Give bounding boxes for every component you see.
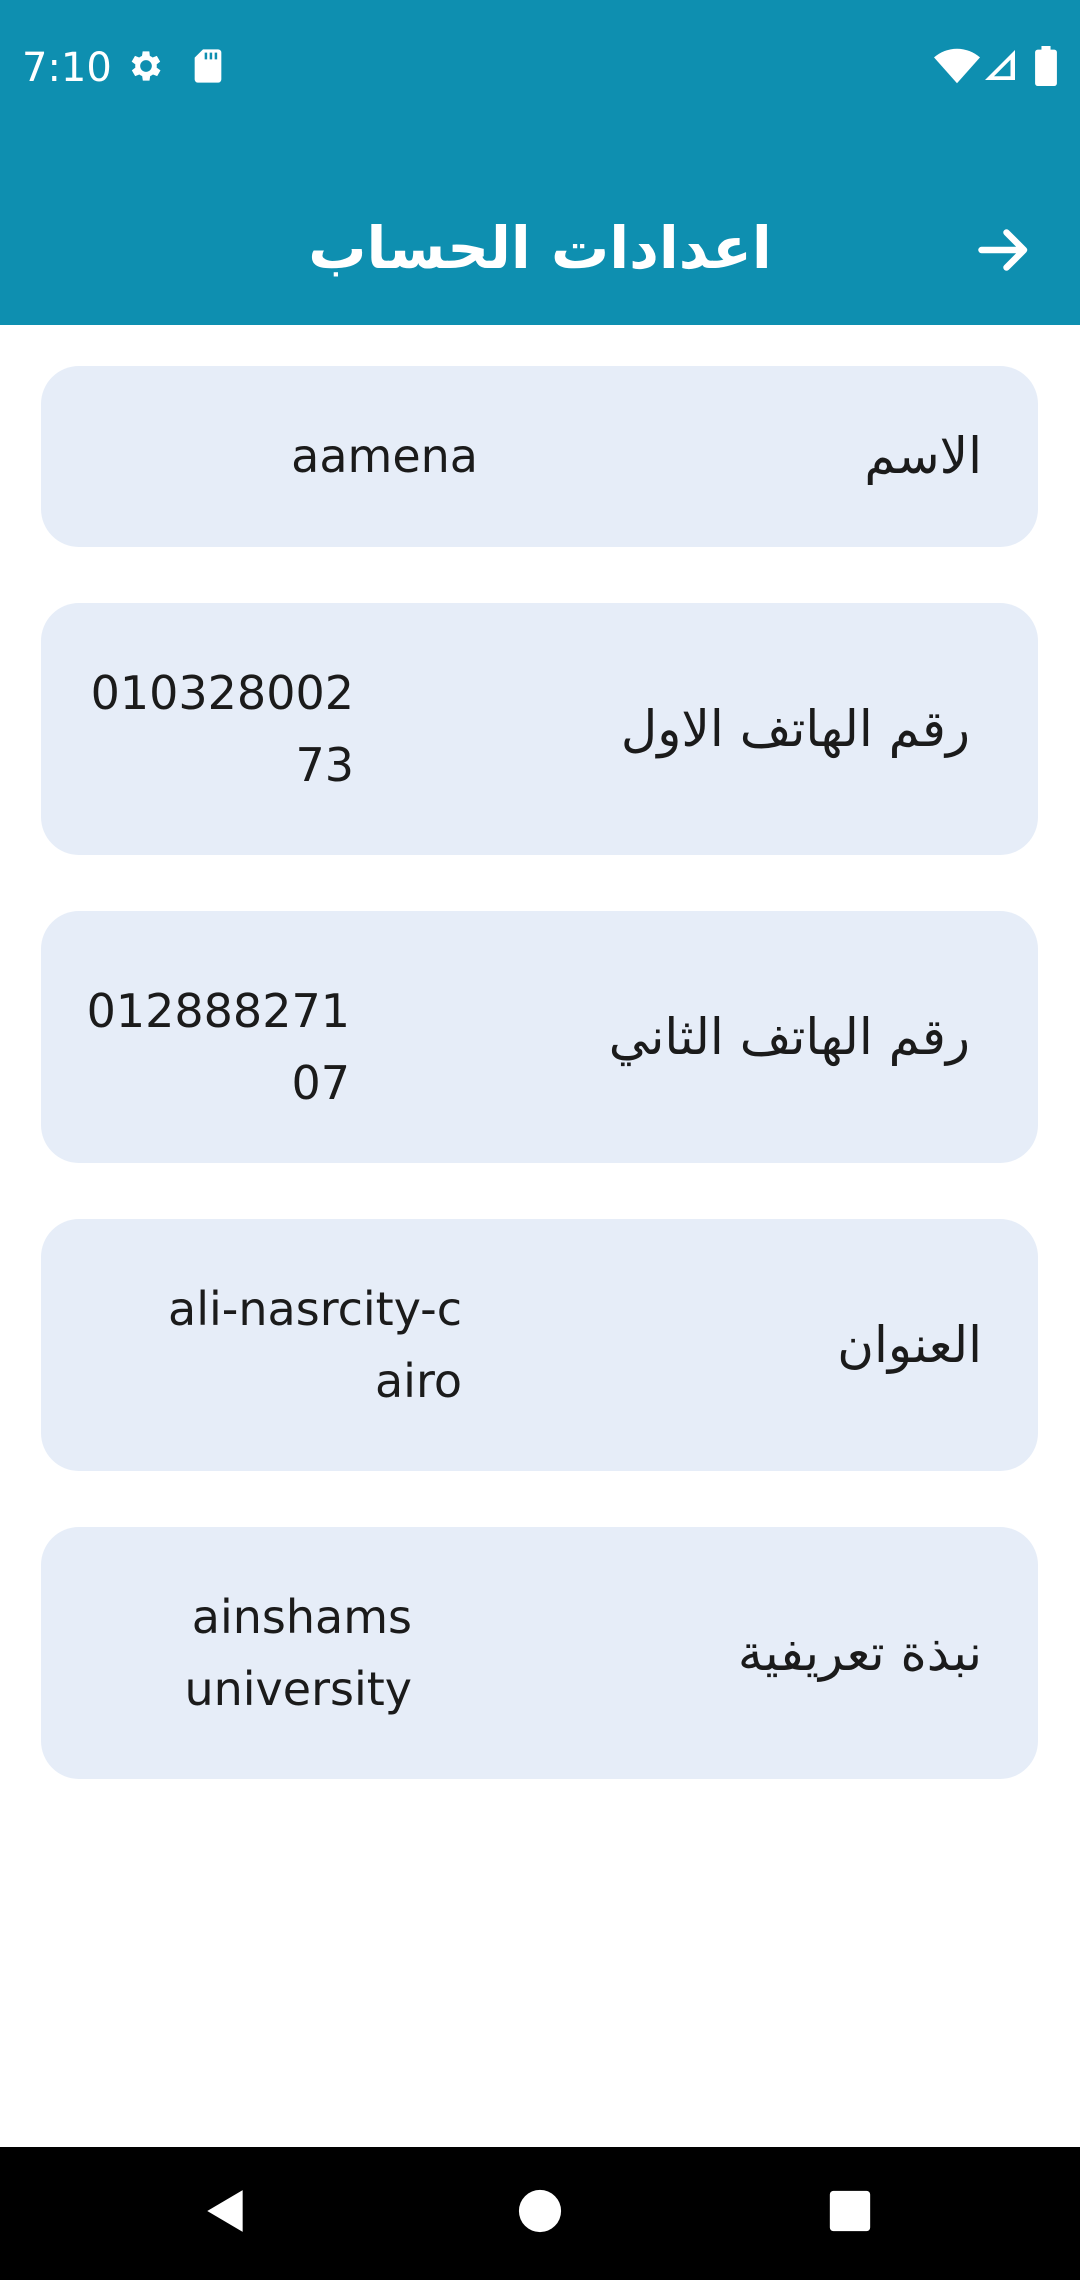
phone-1-value: 01032800273 (90, 666, 354, 792)
app-bar: اعدادات الحساب (0, 180, 1080, 320)
phone-2-value: 01288827107 (86, 984, 350, 1110)
back-triangle-icon (201, 2186, 251, 2240)
address-value: ali-nasrcity-cairo (168, 1282, 462, 1408)
system-nav-bar (0, 2147, 1080, 2280)
bio-card[interactable]: نبذة تعريفية ainshams university (41, 1527, 1038, 1779)
name-label: الاسم (864, 427, 982, 485)
gear-icon (126, 46, 166, 86)
phone-1-label: رقم الهاتف الاول (620, 700, 970, 758)
account-settings-screen: 7:10 اعدادات الحساب الاسم aamena رقم اله… (0, 0, 1080, 2280)
nav-home-button[interactable] (510, 2183, 570, 2243)
app-header: 7:10 اعدادات الحساب (0, 0, 1080, 325)
recents-square-icon (828, 2189, 872, 2237)
status-time: 7:10 (22, 45, 112, 91)
phone-1-card[interactable]: رقم الهاتف الاول 01032800273 (41, 603, 1038, 855)
status-bar: 7:10 (0, 0, 1080, 135)
bio-value: ainshams university (184, 1590, 412, 1716)
phone-2-card[interactable]: رقم الهاتف الثاني 01288827107 (41, 911, 1038, 1163)
sd-card-icon (188, 46, 228, 86)
page-title: اعدادات الحساب (308, 214, 772, 282)
address-card[interactable]: العنوان ali-nasrcity-cairo (41, 1219, 1038, 1471)
nav-back-button[interactable] (196, 2183, 256, 2243)
battery-icon (1034, 46, 1060, 86)
nav-recents-button[interactable] (820, 2183, 880, 2243)
signal-icon (982, 46, 1022, 86)
wifi-icon (934, 46, 980, 86)
back-button[interactable] (968, 216, 1040, 288)
bio-label: نبذة تعريفية (737, 1624, 982, 1682)
phone-2-label: رقم الهاتف الثاني (608, 1008, 970, 1066)
home-circle-icon (517, 2188, 563, 2238)
arrow-right-icon (974, 220, 1034, 284)
address-label: العنوان (837, 1316, 982, 1374)
name-value: aamena (291, 429, 478, 483)
name-card[interactable]: الاسم aamena (41, 366, 1038, 547)
